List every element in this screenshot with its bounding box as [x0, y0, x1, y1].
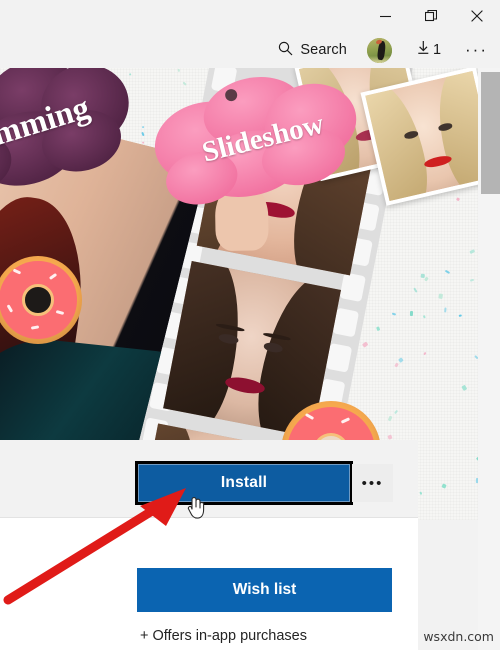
- confetti-speck: [129, 72, 132, 75]
- downloads-arrow-icon: [416, 40, 431, 60]
- install-more-options-button[interactable]: •••: [352, 464, 393, 502]
- polaroid-photo-2-inner: [365, 71, 478, 201]
- search-icon: [278, 41, 293, 60]
- store-app-window: Search 1 ··· imming Slideshow Install ••…: [0, 0, 500, 650]
- scroll-thumb[interactable]: [481, 72, 500, 194]
- confetti-speck: [409, 311, 413, 317]
- downloads-count: 1: [432, 42, 442, 58]
- wish-list-button[interactable]: Wish list: [137, 568, 392, 612]
- close-button[interactable]: [454, 0, 500, 32]
- wish-list-button-label: Wish list: [232, 581, 297, 598]
- minimize-button[interactable]: [362, 0, 408, 32]
- ellipsis-icon: ···: [465, 40, 488, 59]
- hand-pointer-cursor: [186, 495, 208, 521]
- close-icon: [471, 10, 483, 22]
- ellipsis-icon: •••: [361, 474, 384, 492]
- title-bar: [0, 0, 500, 32]
- search-label: Search: [300, 42, 347, 58]
- film-perforation: [339, 272, 366, 303]
- command-bar: Search 1 ···: [0, 32, 500, 68]
- confetti-speck: [443, 307, 447, 313]
- vertical-scrollbar[interactable]: [478, 68, 500, 650]
- restore-button[interactable]: [408, 0, 454, 32]
- portrait-5: [365, 71, 478, 201]
- search-button[interactable]: Search: [272, 34, 353, 66]
- restore-icon: [425, 10, 437, 22]
- watermark: wsxdn.com: [423, 629, 494, 644]
- downloads-button[interactable]: 1: [410, 34, 447, 66]
- minimize-icon: [379, 11, 391, 22]
- donut-hole: [22, 284, 54, 316]
- avatar[interactable]: [366, 37, 392, 63]
- install-button[interactable]: Install: [135, 461, 353, 505]
- install-button-label: Install: [220, 474, 268, 491]
- confetti-speck: [420, 273, 425, 279]
- more-menu-button[interactable]: ···: [459, 34, 490, 66]
- in-app-purchase-note: + Offers in-app purchases: [140, 628, 307, 644]
